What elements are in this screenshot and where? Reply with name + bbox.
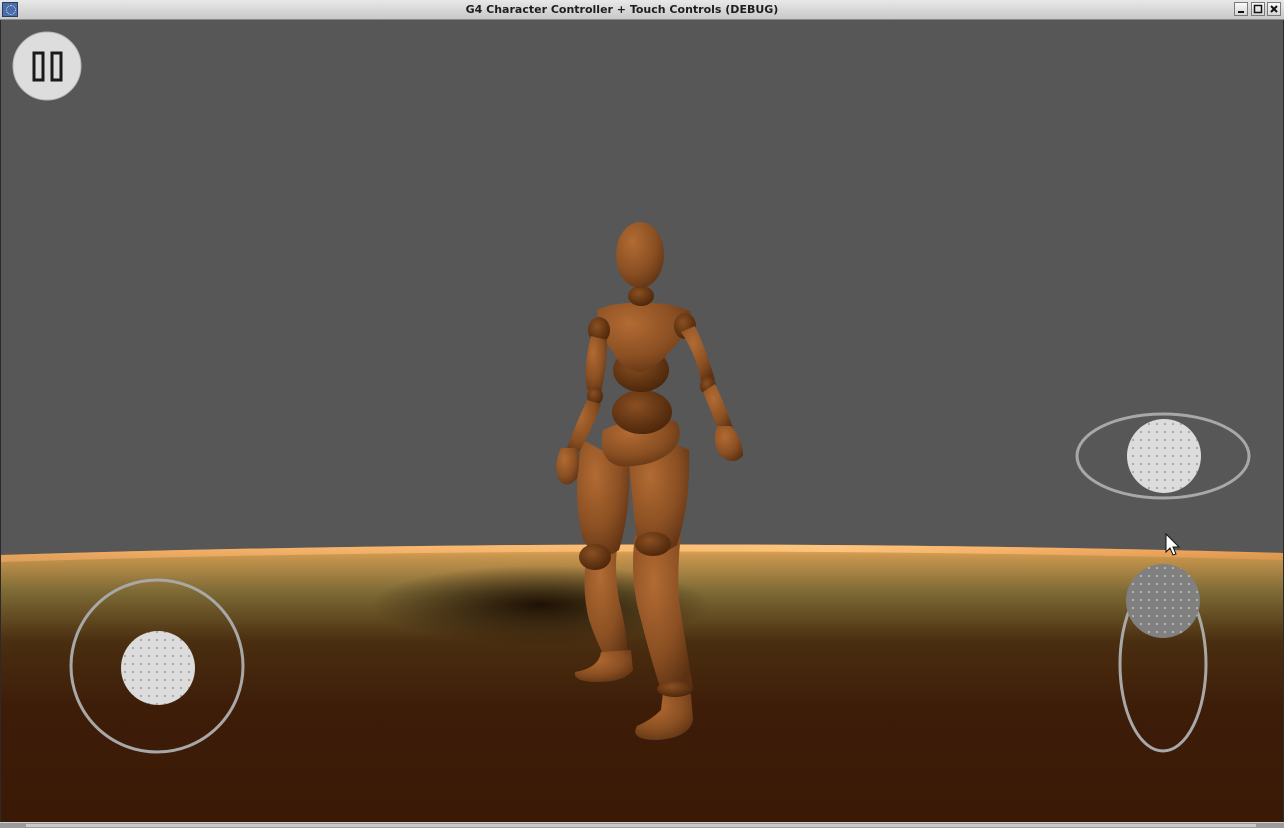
app-window: G4 Character Controller + Touch Controls… [0, 0, 1284, 828]
bottom-scrollbar[interactable] [0, 822, 1284, 828]
title-bar[interactable]: G4 Character Controller + Touch Controls… [0, 0, 1284, 20]
joystick-knob[interactable] [121, 631, 195, 705]
app-icon[interactable] [2, 2, 18, 17]
pause-button[interactable] [12, 31, 82, 101]
scrollbar-thumb[interactable] [26, 824, 1256, 827]
game-viewport[interactable] [1, 20, 1283, 822]
close-icon[interactable] [1267, 2, 1281, 16]
vertical-joystick-knob[interactable] [1126, 564, 1200, 638]
window-title: G4 Character Controller + Touch Controls… [465, 3, 779, 16]
horizontal-joystick-knob[interactable] [1127, 419, 1201, 493]
minimize-icon[interactable] [1234, 2, 1248, 16]
maximize-icon[interactable] [1251, 2, 1265, 16]
scene-canvas [1, 20, 1283, 822]
